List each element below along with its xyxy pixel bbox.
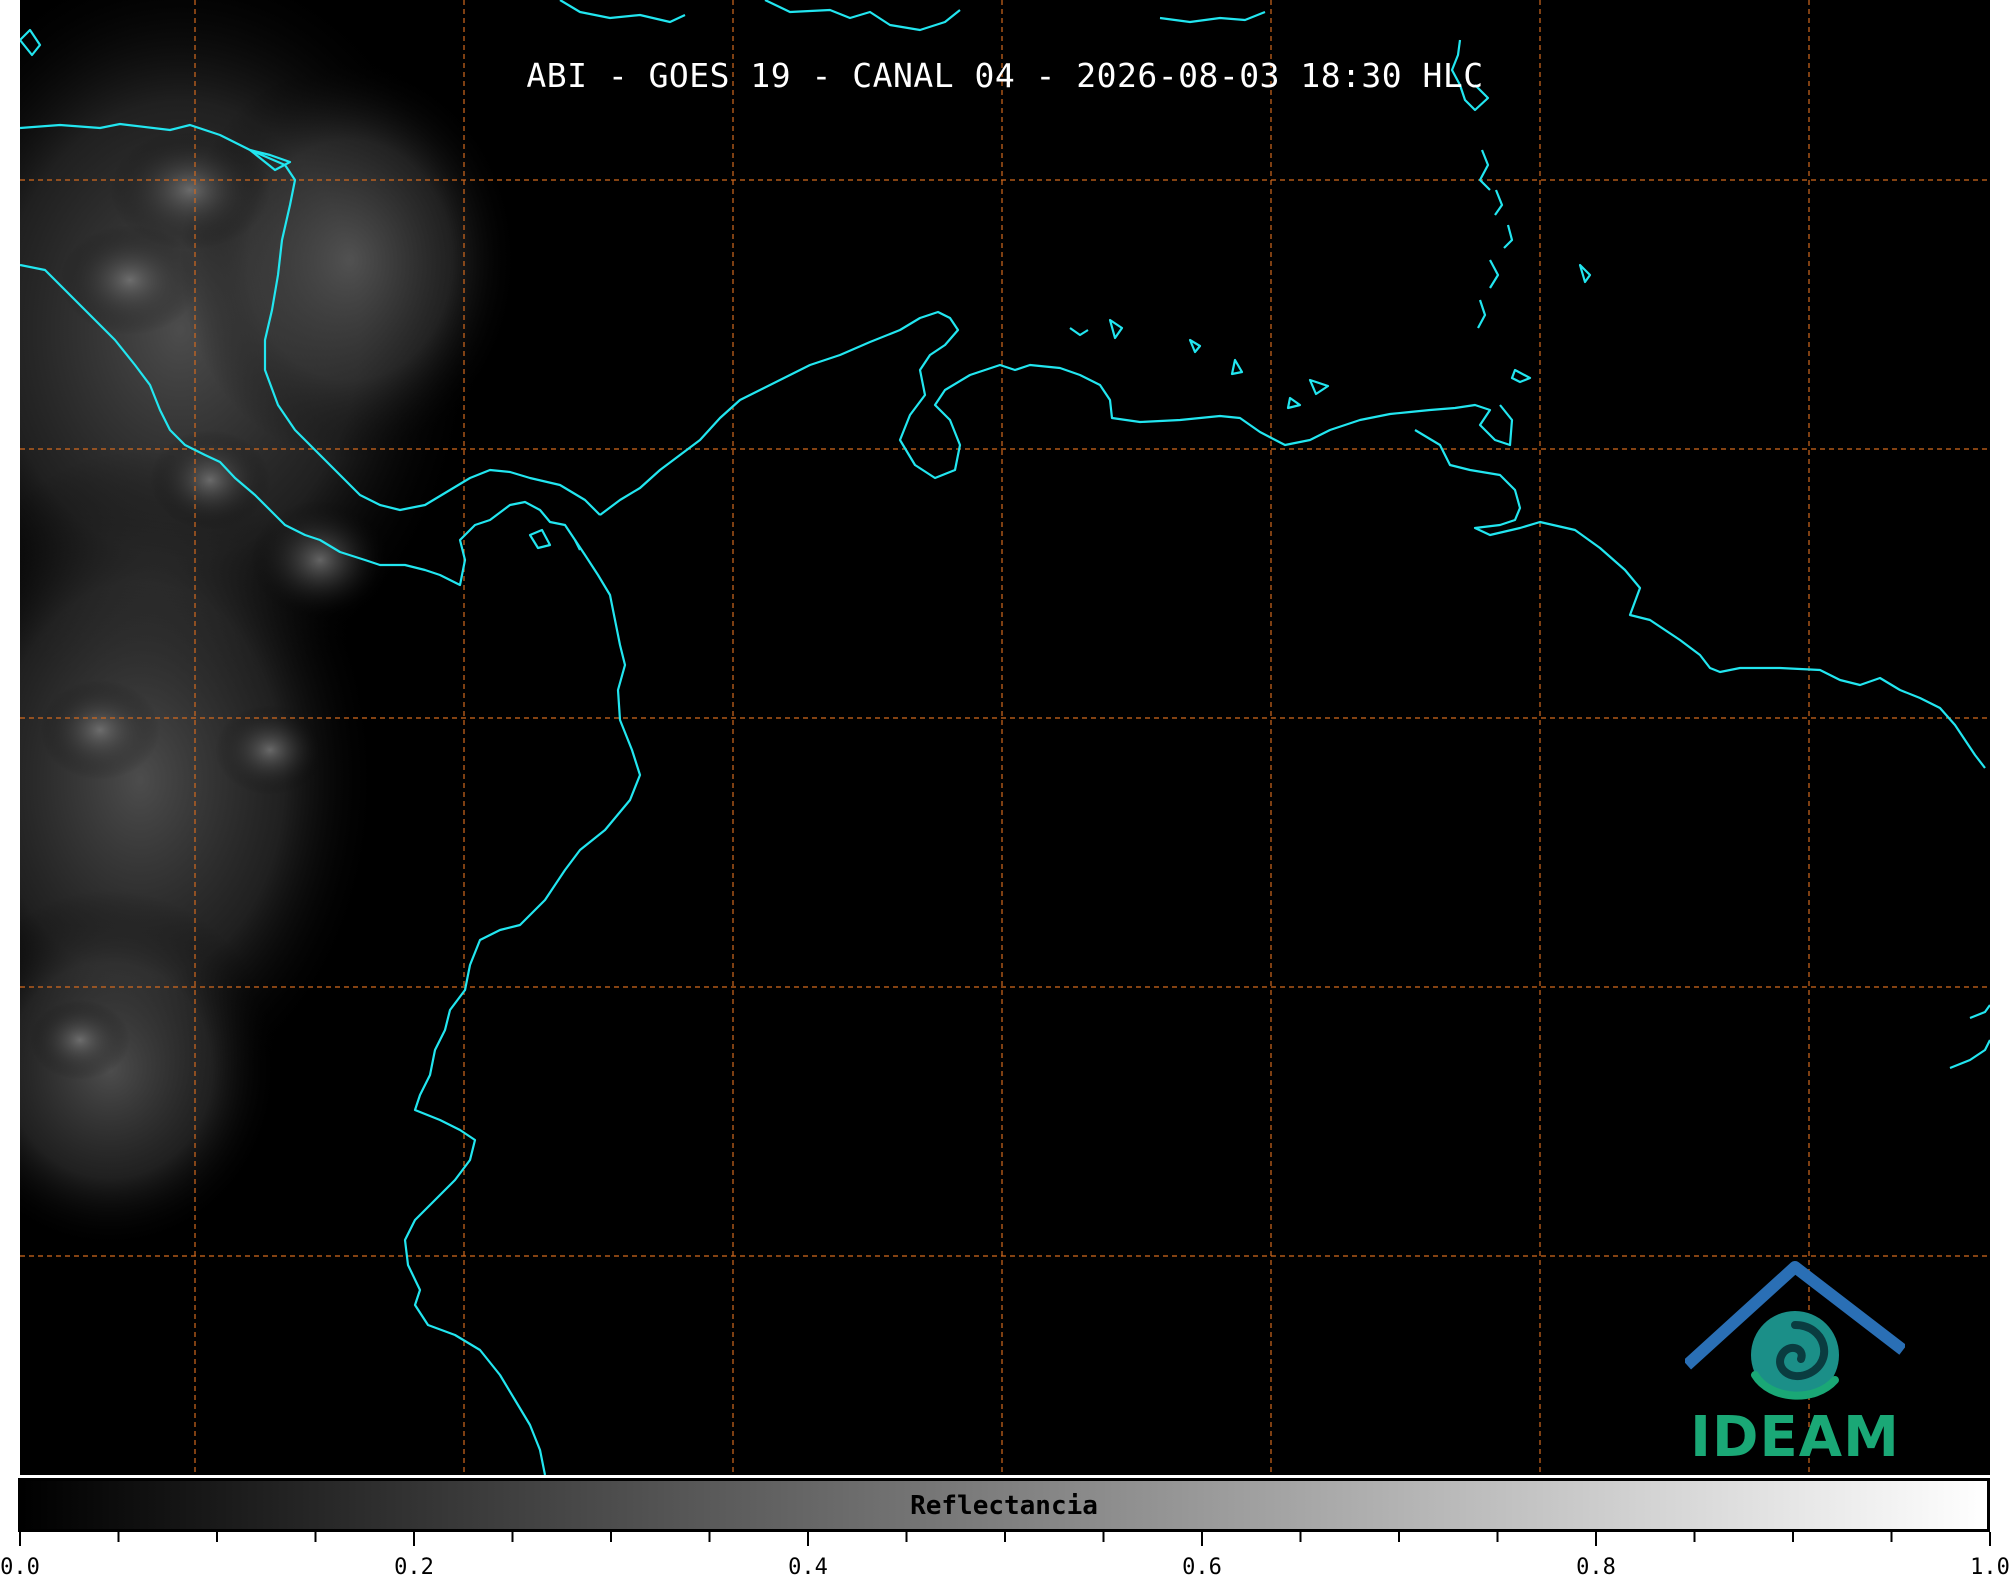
colorbar: Reflectancia (18, 1478, 1990, 1532)
satellite-map (20, 0, 1990, 1475)
colorbar-tick-label: 1.0 (1970, 1555, 2010, 1580)
colorbar-tick-label: 0.2 (394, 1555, 434, 1580)
cloud-layer (20, 0, 520, 1250)
ideam-logo: IDEAM (1682, 1255, 1907, 1470)
satellite-image-panel: ABI - GOES 19 - CANAL 04 - 2026-08-03 18… (20, 0, 1990, 1475)
colorbar-axis (19, 1532, 1991, 1546)
colorbar-tick-label: 0.4 (788, 1555, 828, 1580)
ideam-logo-emblem (1682, 1261, 1907, 1400)
colorbar-tick-label: 0.8 (1576, 1555, 1616, 1580)
colorbar-tick-label: 0.6 (1182, 1555, 1222, 1580)
map-title: ABI - GOES 19 - CANAL 04 - 2026-08-03 18… (526, 56, 1484, 95)
colorbar-tick-label: 0.0 (0, 1555, 40, 1580)
colorbar-label: Reflectancia (910, 1491, 1098, 1521)
ideam-logo-text: IDEAM (1690, 1405, 1900, 1470)
